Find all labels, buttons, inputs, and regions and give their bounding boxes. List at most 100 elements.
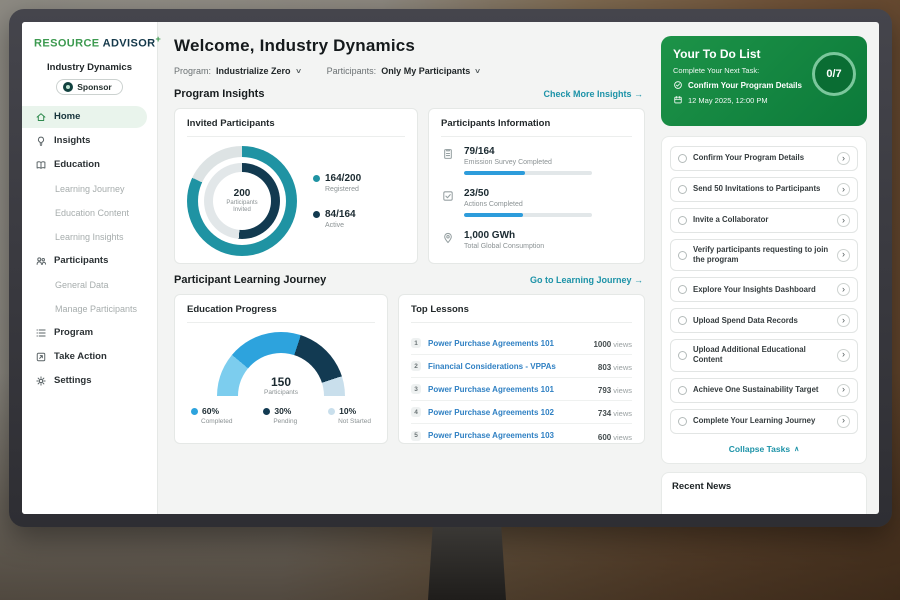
task-label: Upload Additional Educational Content <box>693 345 831 365</box>
chevron-right-icon[interactable]: › <box>837 384 850 397</box>
legend-dot <box>313 175 320 182</box>
lesson-row[interactable]: 4 Power Purchase Agreements 102 734views <box>411 401 632 424</box>
task-checkbox[interactable] <box>678 185 687 194</box>
lesson-link[interactable]: Power Purchase Agreements 101 <box>428 339 586 348</box>
task-item[interactable]: Complete Your Learning Journey › <box>670 409 858 434</box>
participants-filter-dropdown[interactable]: Participants: Only My Participants ∨ <box>327 66 481 76</box>
sidebar-item-insights[interactable]: Insights <box>22 130 147 152</box>
chevron-right-icon[interactable]: › <box>837 283 850 296</box>
consumption-row: 1,000 GWh Total Global Consumption <box>441 230 632 250</box>
legend-value: 84/164 <box>325 209 356 220</box>
todo-summary-card: Your To Do List Complete Your Next Task:… <box>661 36 867 126</box>
sidebar-item-education[interactable]: Education <box>22 154 147 176</box>
settings-icon <box>35 375 47 387</box>
actions-progress-bar <box>464 213 592 217</box>
task-item[interactable]: Explore Your Insights Dashboard › <box>670 277 858 302</box>
lesson-views: 600 <box>598 433 611 442</box>
card-title: Education Progress <box>187 304 375 323</box>
account-name: Industry Dynamics <box>22 62 157 73</box>
task-item[interactable]: Upload Spend Data Records › <box>670 308 858 333</box>
lesson-rank: 4 <box>411 407 421 417</box>
task-item[interactable]: Achieve One Sustainability Target › <box>670 378 858 403</box>
chevron-right-icon[interactable]: › <box>837 349 850 362</box>
task-label: Achieve One Sustainability Target <box>693 385 831 395</box>
lesson-views-unit: views <box>613 340 632 349</box>
lesson-link[interactable]: Power Purchase Agreements 101 <box>428 385 591 394</box>
lesson-link[interactable]: Financial Considerations - VPPAs <box>428 362 591 371</box>
task-checkbox[interactable] <box>678 216 687 225</box>
legend-dot <box>191 408 198 415</box>
task-checkbox[interactable] <box>678 154 687 163</box>
task-checkbox[interactable] <box>678 386 687 395</box>
lesson-views-unit: views <box>613 363 632 372</box>
lesson-link[interactable]: Power Purchase Agreements 102 <box>428 408 591 417</box>
sidebar-item-take-action[interactable]: Take Action <box>22 346 147 368</box>
task-checkbox[interactable] <box>678 417 687 426</box>
sidebar-item-home[interactable]: Home <box>22 106 147 128</box>
lesson-row[interactable]: 3 Power Purchase Agreements 101 793views <box>411 378 632 401</box>
actions-completed-row: 23/50 Actions Completed <box>441 188 632 217</box>
sidebar-item-manage-participants[interactable]: Manage Participants <box>22 298 157 320</box>
arrow-right-icon: → <box>634 89 643 99</box>
invited-total-label: Participants Invited <box>219 200 265 215</box>
task-checkbox[interactable] <box>678 285 687 294</box>
page-title: Welcome, Industry Dynamics <box>174 36 645 56</box>
sidebar-item-learning-insights[interactable]: Learning Insights <box>22 226 157 248</box>
chevron-right-icon[interactable]: › <box>837 314 850 327</box>
sidebar-item-label: Learning Journey <box>55 184 125 194</box>
lesson-row[interactable]: 1 Power Purchase Agreements 101 1000view… <box>411 332 632 355</box>
donut-chart: 200 Participants Invited <box>187 146 297 256</box>
task-item[interactable]: Upload Additional Educational Content › <box>670 339 858 371</box>
chevron-right-icon[interactable]: › <box>837 214 850 227</box>
sidebar-item-settings[interactable]: Settings <box>22 370 147 392</box>
sidebar-item-label: Take Action <box>54 351 107 362</box>
task-item[interactable]: Invite a Collaborator › <box>670 208 858 233</box>
chevron-right-icon[interactable]: › <box>837 183 850 196</box>
task-checkbox[interactable] <box>678 351 687 360</box>
sidebar-item-label: Learning Insights <box>55 232 124 242</box>
emission-progress-bar <box>464 171 592 175</box>
recent-news-title: Recent News <box>672 481 856 492</box>
legend-label: Active <box>325 222 361 229</box>
monitor-bezel: RESOURCE ADVISOR+ Industry Dynamics Spon… <box>9 9 892 527</box>
legend-dot <box>328 408 335 415</box>
sidebar-item-education-content[interactable]: Education Content <box>22 202 157 224</box>
sidebar-item-participants[interactable]: Participants <box>22 250 147 272</box>
task-item[interactable]: Send 50 Invitations to Participants › <box>670 177 858 202</box>
lesson-rank: 2 <box>411 361 421 371</box>
sidebar-item-label: Insights <box>54 135 90 146</box>
program-filter-dropdown[interactable]: Program: Industrialize Zero ∨ <box>174 66 301 76</box>
gauge-center-label: 150 Participants <box>217 375 345 396</box>
legend-value: 60% <box>202 406 219 416</box>
legend-label: Completed <box>201 418 232 425</box>
collapse-tasks-link[interactable]: Collapse Tasks ∧ <box>670 440 858 457</box>
check-more-insights-link[interactable]: Check More Insights → <box>543 89 643 99</box>
section-title: Program Insights <box>174 88 264 100</box>
section-title: Participant Learning Journey <box>174 274 326 286</box>
lesson-row[interactable]: 5 Power Purchase Agreements 103 600views <box>411 424 632 447</box>
sidebar-item-learning-journey[interactable]: Learning Journey <box>22 178 157 200</box>
task-checkbox[interactable] <box>678 251 687 260</box>
metric-label: Emission Survey Completed <box>464 159 592 166</box>
lesson-row[interactable]: 2 Financial Considerations - VPPAs 803vi… <box>411 355 632 378</box>
lesson-link[interactable]: Power Purchase Agreements 103 <box>428 431 591 440</box>
sidebar-item-program[interactable]: Program <box>22 322 147 344</box>
sidebar-item-label: Education Content <box>55 208 129 218</box>
sidebar-item-label: Settings <box>54 375 91 386</box>
legend-value: 164/200 <box>325 173 361 184</box>
chevron-right-icon[interactable]: › <box>837 415 850 428</box>
task-item[interactable]: Confirm Your Program Details › <box>670 146 858 171</box>
lesson-views: 1000 <box>593 340 611 349</box>
sidebar-item-general-data[interactable]: General Data <box>22 274 157 296</box>
task-item[interactable]: Verify participants requesting to join t… <box>670 239 858 271</box>
learning-journey-header: Participant Learning Journey Go to Learn… <box>174 274 643 286</box>
chevron-right-icon[interactable]: › <box>837 249 850 262</box>
sidebar: RESOURCE ADVISOR+ Industry Dynamics Spon… <box>22 22 158 514</box>
lesson-views-unit: views <box>613 386 632 395</box>
task-checkbox[interactable] <box>678 316 687 325</box>
go-to-learning-journey-link[interactable]: Go to Learning Journey → <box>530 275 643 285</box>
sponsor-badge[interactable]: Sponsor <box>56 79 122 95</box>
sidebar-nav: Home Insights Education Learning Journey <box>22 105 157 393</box>
check-circle-icon <box>673 80 683 90</box>
chevron-right-icon[interactable]: › <box>837 152 850 165</box>
